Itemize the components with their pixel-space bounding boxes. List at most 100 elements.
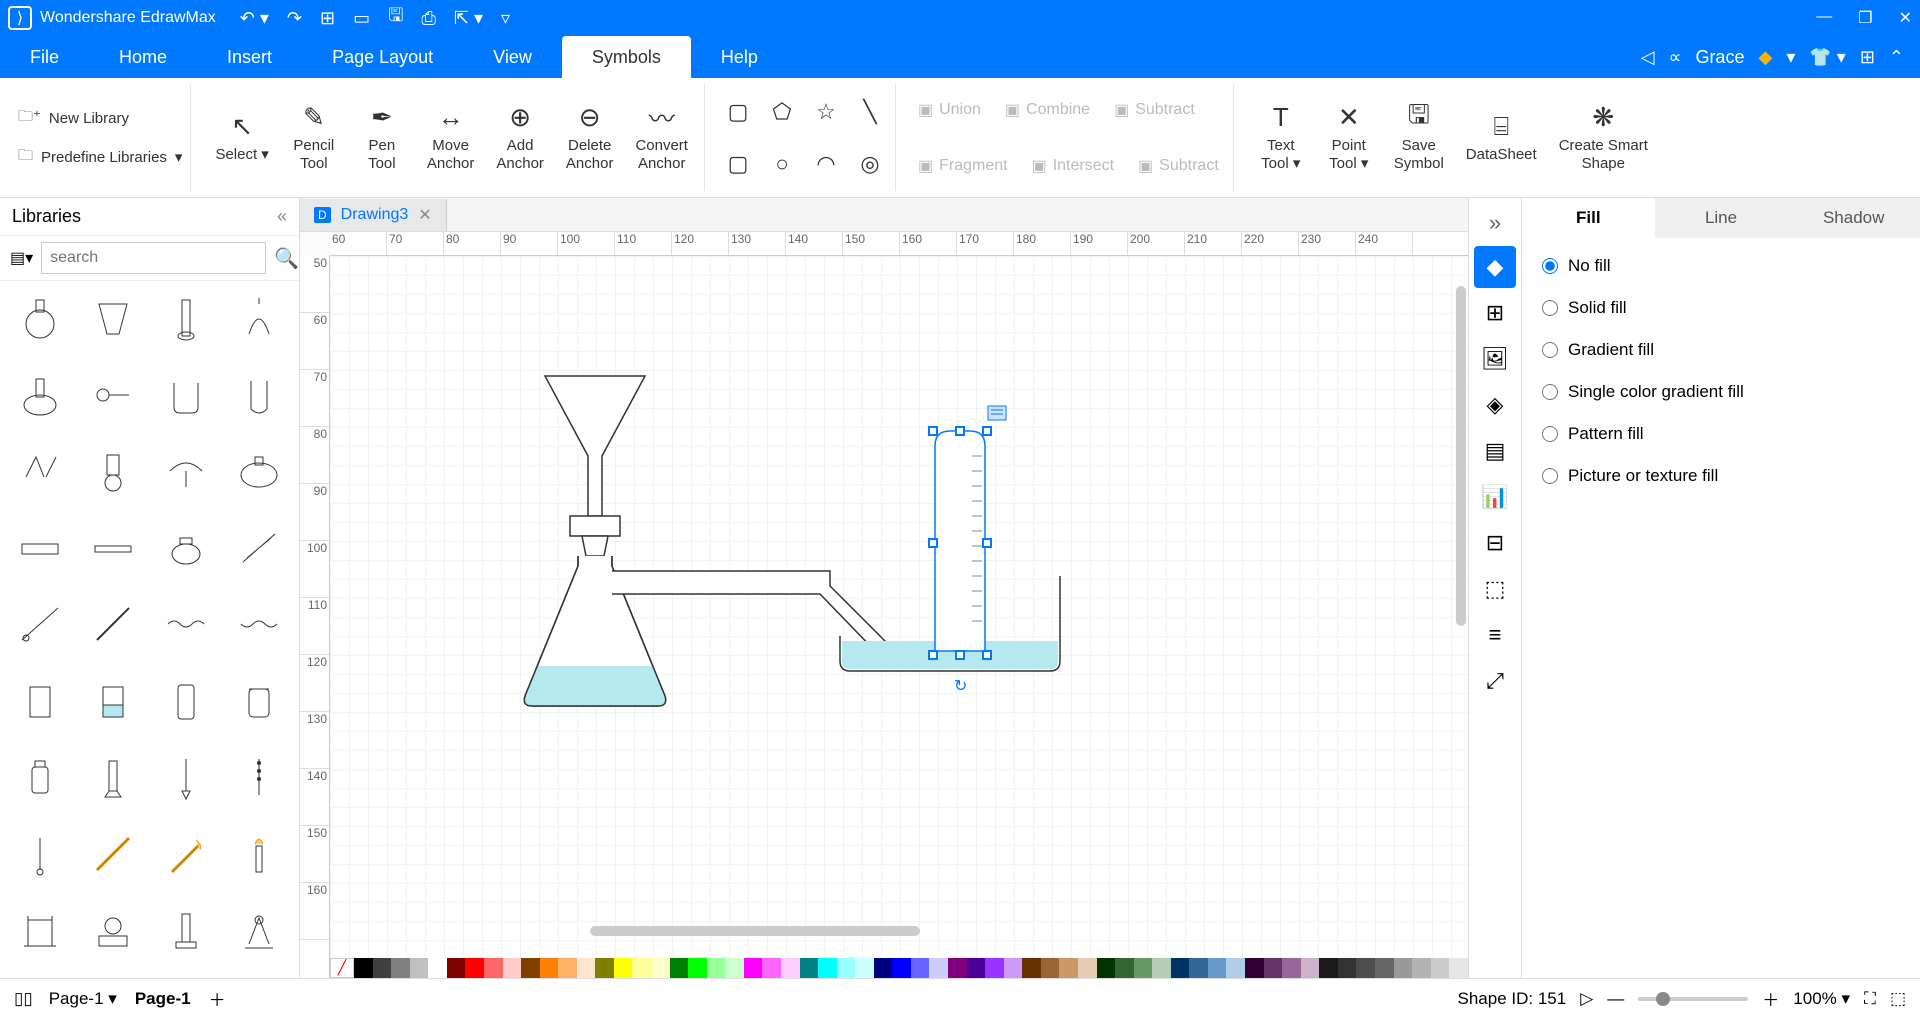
color-swatch[interactable]	[1004, 958, 1023, 978]
color-swatch[interactable]	[707, 958, 726, 978]
color-swatch[interactable]	[1041, 958, 1060, 978]
zoom-out-icon[interactable]: —	[1607, 989, 1624, 1009]
color-swatch[interactable]	[1338, 958, 1357, 978]
color-swatch[interactable]	[929, 958, 948, 978]
color-swatch[interactable]	[614, 958, 633, 978]
component-panel-icon[interactable]: ⬚	[1474, 568, 1516, 610]
color-swatch[interactable]	[558, 958, 577, 978]
color-swatch[interactable]	[1171, 958, 1190, 978]
theme-dropdown[interactable]: ▾	[1786, 47, 1795, 68]
fill-option-single-color-gradient-fill[interactable]: Single color gradient fill	[1542, 382, 1900, 402]
menu-insert[interactable]: Insert	[197, 36, 302, 78]
color-swatch[interactable]	[484, 958, 503, 978]
color-swatch[interactable]	[1226, 958, 1245, 978]
canvas-scrollbar-v[interactable]	[1456, 286, 1466, 626]
color-swatch[interactable]	[410, 958, 429, 978]
color-swatch[interactable]	[1208, 958, 1227, 978]
roundrect-shape[interactable]: ▢	[725, 151, 751, 177]
color-swatch[interactable]	[1022, 958, 1041, 978]
union-button[interactable]: ▣ Union	[912, 96, 987, 124]
library-shape[interactable]	[224, 364, 293, 426]
color-swatch[interactable]	[1245, 958, 1264, 978]
selection-handle[interactable]	[928, 650, 938, 660]
document-tab[interactable]: D Drawing3 ✕	[300, 199, 447, 231]
color-swatch[interactable]	[503, 958, 522, 978]
minimize-icon[interactable]: —	[1816, 8, 1832, 28]
library-shape[interactable]	[224, 670, 293, 732]
color-swatch[interactable]	[688, 958, 707, 978]
subtract-button[interactable]: ▣ Subtract	[1108, 96, 1201, 124]
tool-save-symbol[interactable]: 🖫Save Symbol	[1386, 99, 1452, 177]
close-tab-icon[interactable]: ✕	[418, 205, 431, 225]
collapse-ribbon-icon[interactable]: ⌃	[1889, 47, 1904, 68]
apps-icon[interactable]: ⊞	[1860, 47, 1875, 68]
color-swatch[interactable]	[465, 958, 484, 978]
chart-panel-icon[interactable]: 📊	[1474, 476, 1516, 518]
line-shape[interactable]: ╲	[857, 99, 883, 125]
selection-handle[interactable]	[982, 650, 992, 660]
library-shape[interactable]	[6, 364, 75, 426]
tool-add-anchor[interactable]: ⊕Add Anchor	[488, 99, 552, 177]
library-shape[interactable]	[79, 899, 148, 961]
arc-shape[interactable]: ◠	[813, 151, 839, 177]
menu-home[interactable]: Home	[89, 36, 197, 78]
library-shape[interactable]	[224, 593, 293, 655]
color-swatch[interactable]	[1282, 958, 1301, 978]
zoom-slider[interactable]	[1638, 997, 1748, 1001]
fullscreen-icon[interactable]: ⬚	[1890, 989, 1906, 1009]
color-swatch[interactable]	[1264, 958, 1283, 978]
color-swatch[interactable]	[1115, 958, 1134, 978]
circle-shape[interactable]: ○	[769, 151, 795, 177]
color-swatch[interactable]	[1301, 958, 1320, 978]
color-swatch[interactable]	[1134, 958, 1153, 978]
open-icon[interactable]: ▭	[353, 8, 370, 29]
menu-symbols[interactable]: Symbols	[562, 36, 691, 78]
table-panel-icon[interactable]: ⊟	[1474, 522, 1516, 564]
star-shape[interactable]: ☆	[813, 99, 839, 125]
color-swatch[interactable]	[428, 958, 447, 978]
color-swatch[interactable]	[1375, 958, 1394, 978]
library-shape[interactable]	[6, 746, 75, 808]
library-shape[interactable]	[6, 287, 75, 349]
library-shape[interactable]	[79, 364, 148, 426]
color-swatch[interactable]	[651, 958, 670, 978]
library-shape[interactable]	[224, 823, 293, 885]
send-icon[interactable]: ◁	[1641, 47, 1655, 68]
color-swatch[interactable]	[967, 958, 986, 978]
user-name[interactable]: Grace	[1695, 47, 1744, 68]
add-page-icon[interactable]: ＋	[209, 986, 226, 1011]
color-swatch[interactable]	[373, 958, 392, 978]
color-swatch[interactable]	[892, 958, 911, 978]
library-shape[interactable]	[6, 440, 75, 502]
play-icon[interactable]: ▷	[1580, 989, 1593, 1009]
undo-icon[interactable]: ↶ ▾	[240, 8, 269, 29]
color-swatch[interactable]	[948, 958, 967, 978]
shirt-icon[interactable]: 👕 ▾	[1809, 47, 1845, 68]
color-palette-bar[interactable]: ╱	[330, 958, 1468, 978]
predefine-libraries-button[interactable]: 🗀Predefine Libraries ▾	[18, 145, 182, 170]
library-shape[interactable]	[79, 593, 148, 655]
tool-pen-tool[interactable]: ✒Pen Tool	[351, 99, 413, 177]
tool-pencil-tool[interactable]: ✎Pencil Tool	[283, 99, 345, 177]
maximize-icon[interactable]: ❐	[1858, 8, 1872, 28]
color-swatch[interactable]	[391, 958, 410, 978]
color-swatch[interactable]	[540, 958, 559, 978]
collapse-library-icon[interactable]: «	[277, 206, 287, 227]
color-swatch[interactable]	[1152, 958, 1171, 978]
fit-page-icon[interactable]: ⛶	[1864, 989, 1876, 1009]
library-shape[interactable]	[152, 823, 221, 885]
selection-handle[interactable]	[955, 650, 965, 660]
library-shape[interactable]	[224, 746, 293, 808]
subtract2-button[interactable]: ▣ Subtract	[1132, 152, 1225, 180]
library-shape[interactable]	[152, 746, 221, 808]
selection-handle[interactable]	[928, 426, 938, 436]
color-swatch[interactable]	[818, 958, 837, 978]
color-swatch[interactable]	[911, 958, 930, 978]
color-swatch[interactable]	[1449, 958, 1468, 978]
tool-move-anchor[interactable]: ↔Move Anchor	[419, 99, 483, 177]
color-swatch[interactable]	[577, 958, 596, 978]
library-menu-icon[interactable]: ▤▾	[10, 248, 33, 268]
color-swatch[interactable]	[521, 958, 540, 978]
library-shape[interactable]	[6, 517, 75, 579]
fill-option-gradient-fill[interactable]: Gradient fill	[1542, 340, 1900, 360]
